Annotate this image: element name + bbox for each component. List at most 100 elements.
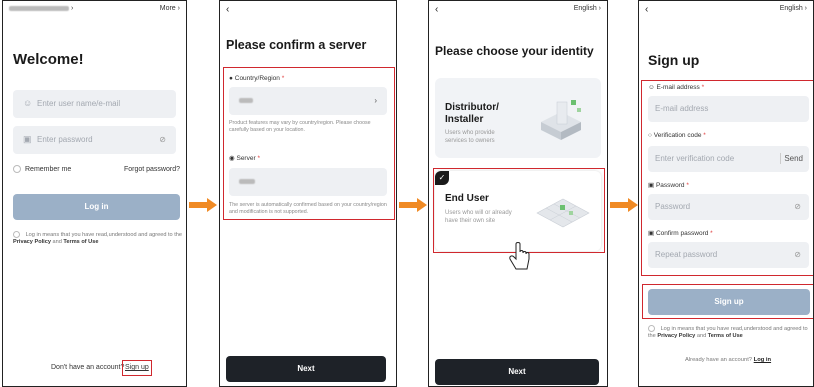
user-icon: ☺ [23,98,33,108]
password-label-text: Password [655,182,685,189]
page-title: Sign up [648,52,700,68]
username-placeholder: Enter user name/e-mail [37,99,121,108]
language-label: English [573,5,597,12]
language-selector[interactable]: English › [574,5,601,12]
confirm-password-input[interactable]: Repeat password ⊘ [648,242,809,268]
password-label: ▣ Password * [648,182,689,189]
chevron-right-icon: › [70,5,74,12]
remember-me-label: Remember me [25,165,72,173]
back-icon[interactable]: ‹ [226,5,229,15]
email-input[interactable]: E-mail address [648,96,809,122]
user-icon: ☺ [648,84,655,91]
confirm-label-text: Confirm password [655,230,709,237]
email-placeholder: E-mail address [655,104,709,113]
country-note: Product features may vary by country/reg… [229,120,371,133]
chevron-right-icon: › [177,5,180,12]
password-placeholder: Password [655,202,691,211]
agree-radio[interactable] [13,231,20,238]
server-note: The server is automatically confirmed ba… [229,202,387,215]
globe-icon: ◉ [229,155,235,162]
location-pin-icon: ● [229,75,233,82]
server-field [229,168,387,196]
email-label: ☺ E-mail address * [648,84,705,91]
no-account-row: Don't have an account? [51,364,124,371]
language-label: English [779,5,803,12]
country-label: ● Country/Region * [229,75,285,82]
confirm-password-label: ▣ Confirm password * [648,230,713,237]
page-title: Welcome! [13,51,84,68]
sign-up-screen: ‹ English › Sign up ☺ E-mail address * E… [638,0,814,387]
top-bar: ‹ [226,5,390,17]
and-text: and [52,238,62,245]
distributor-card[interactable]: Distributor/ Installer Users who provide… [435,78,601,158]
blurred-country-value [239,98,253,103]
username-input[interactable]: ☺ Enter user name/e-mail [13,90,176,118]
password-input[interactable]: Password ⊘ [648,194,809,220]
back-icon[interactable]: ‹ [645,5,648,15]
server-selector[interactable]: › [9,5,73,12]
blurred-server-name [9,5,69,11]
next-button[interactable]: Next [226,356,386,382]
confirm-server-screen: ‹ Please confirm a server ● Country/Regi… [219,0,397,387]
code-label-text: Verification code [653,132,702,139]
remember-me-radio[interactable] [13,165,21,173]
server-label-text: Server [236,155,256,162]
code-label: ○ Verification code * [648,132,706,139]
more-label: More [159,5,176,12]
more-link[interactable]: More › [160,5,180,12]
country-select[interactable]: › [229,87,387,115]
top-bar: ‹ English › [435,5,601,17]
and-text: and [696,332,707,339]
flow-arrow [399,198,427,212]
hand-pointer-icon [509,242,530,270]
eye-hidden-icon[interactable]: ⊘ [794,250,801,259]
lock-icon: ▣ [648,230,655,237]
terms-text: Log in means that you have read,understo… [25,231,182,238]
privacy-policy-link[interactable]: Privacy Policy [657,333,695,339]
terms-notice: Log in means that you have read,understo… [648,325,813,340]
choose-identity-screen: ‹ English › Please choose your identity … [428,0,608,387]
terms-notice: Log in means that you have read,understo… [13,231,183,246]
divider [780,153,781,164]
verification-code-input[interactable]: Enter verification code Send [648,146,809,172]
eye-hidden-icon[interactable]: ⊘ [794,202,801,211]
terms-of-use-link[interactable]: Terms of Use [708,333,743,339]
flow-arrow [610,198,638,212]
terms-of-use-link[interactable]: Terms of Use [63,239,98,245]
send-code-button[interactable]: Send [784,154,803,163]
login-link[interactable]: Log in [754,357,771,363]
already-account-row: Already have an account? Log in [685,357,771,363]
code-placeholder: Enter verification code [655,154,735,163]
distributor-title: Distributor/ Installer [445,102,499,125]
flow-arrow [189,198,217,212]
agree-radio[interactable] [648,325,655,332]
blurred-server-value [239,179,255,184]
no-account-text: Don't have an account? [51,364,125,371]
chevron-right-icon: › [374,96,377,105]
country-label-text: Country/Region [234,75,280,82]
password-placeholder: Enter password [37,135,93,144]
remember-me[interactable]: Remember me [13,165,71,173]
distributor-desc: Users who provide services to owners [445,130,495,144]
already-account-text: Already have an account? [685,357,753,363]
eye-hidden-icon[interactable]: ⊘ [159,135,166,144]
login-button[interactable]: Log in [13,194,180,220]
lock-icon: ▣ [648,182,655,189]
shield-icon: ○ [648,132,652,139]
password-input[interactable]: ▣ Enter password ⊘ [13,126,176,154]
signup-button[interactable]: Sign up [648,289,810,315]
privacy-policy-link[interactable]: Privacy Policy [13,239,51,245]
confirm-placeholder: Repeat password [655,250,718,259]
next-button[interactable]: Next [435,359,599,385]
back-icon[interactable]: ‹ [435,5,438,15]
top-bar: › More › [9,5,180,17]
top-bar: ‹ English › [645,5,807,17]
page-title: Please confirm a server [226,38,367,52]
sign-up-link[interactable]: Sign up [125,364,149,371]
login-screen: › More › Welcome! ☺ Enter user name/e-ma… [2,0,187,387]
forgot-password-link[interactable]: Forgot password? [124,166,180,173]
page-title: Please choose your identity [435,44,594,58]
language-selector[interactable]: English › [780,5,807,12]
building-illustration-icon [541,100,581,140]
lock-icon: ▣ [23,134,32,144]
